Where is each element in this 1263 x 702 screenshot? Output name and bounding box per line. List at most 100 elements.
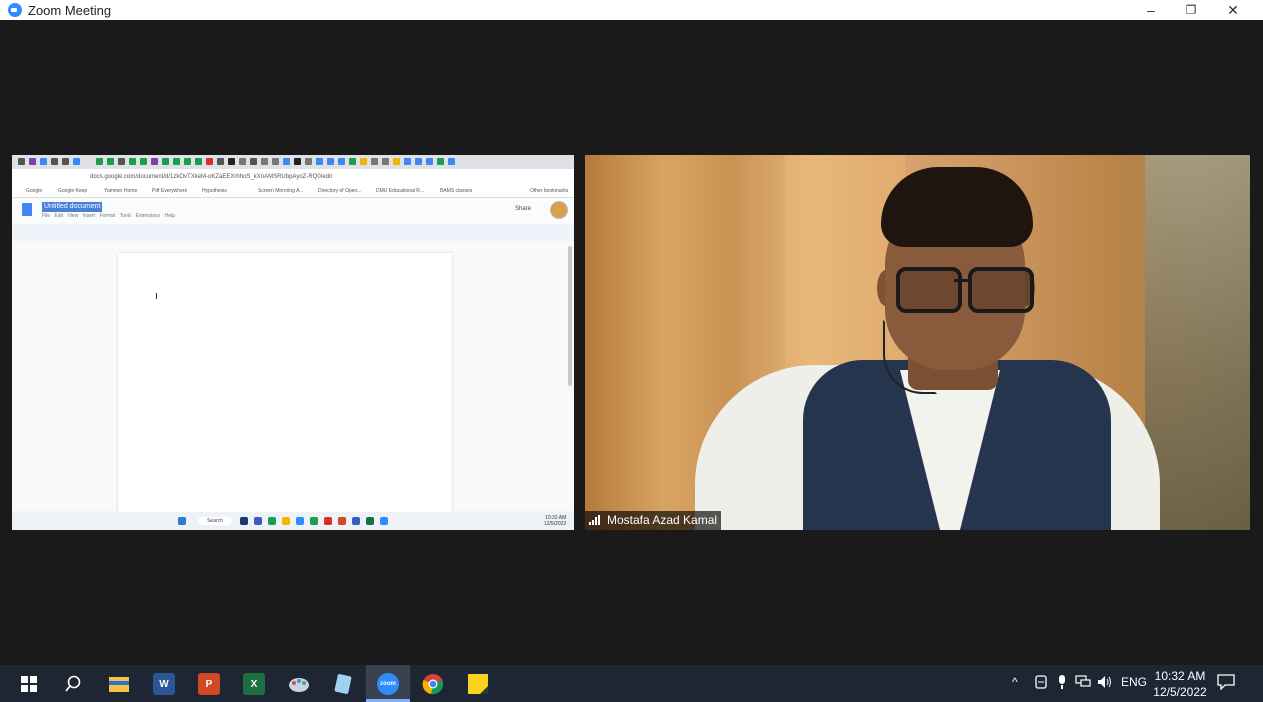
avatar[interactable] xyxy=(550,201,568,219)
address-url[interactable]: docs.google.com/document/d/1zkOvTXkeM-oK… xyxy=(90,172,370,182)
paint-icon[interactable] xyxy=(288,673,310,695)
tab-icon[interactable] xyxy=(184,158,191,165)
tab-icon[interactable] xyxy=(29,158,36,165)
tab-icon[interactable] xyxy=(239,158,246,165)
sticky-notes-icon[interactable] xyxy=(467,673,489,695)
docs-menu-bar[interactable]: File Edit View Insert Format Tools Exten… xyxy=(42,213,175,219)
browser-tab-strip[interactable] xyxy=(12,155,574,169)
tab-icon[interactable] xyxy=(151,158,158,165)
app-icon[interactable] xyxy=(352,517,360,525)
tab-icon[interactable] xyxy=(371,158,378,165)
app-icon[interactable] xyxy=(310,517,318,525)
bookmark-item[interactable]: Google Keep xyxy=(58,185,87,197)
tab-icon[interactable] xyxy=(129,158,136,165)
excel-icon[interactable]: X xyxy=(243,673,265,695)
share-button[interactable]: Share xyxy=(515,206,531,212)
bookmark-item[interactable]: Hypothesis xyxy=(202,185,227,197)
tab-icon[interactable] xyxy=(96,158,103,165)
app-icon[interactable] xyxy=(254,517,262,525)
shared-screen[interactable]: docs.google.com/document/d/1zkOvTXkeM-oK… xyxy=(12,155,574,530)
tab-icon[interactable] xyxy=(283,158,290,165)
app-icon[interactable] xyxy=(380,517,388,525)
file-explorer-icon[interactable] xyxy=(108,673,130,695)
chrome-icon[interactable] xyxy=(422,673,444,695)
tab-icon[interactable] xyxy=(349,158,356,165)
tab-icon[interactable] xyxy=(327,158,334,165)
bookmark-item[interactable]: Screen Mirroring A... xyxy=(258,185,304,197)
tab-icon[interactable] xyxy=(51,158,58,165)
document-title[interactable]: Untitled document xyxy=(42,202,103,212)
tab-icon[interactable] xyxy=(294,158,301,165)
docs-logo-icon[interactable] xyxy=(22,203,32,216)
bookmark-item[interactable]: Directory of Open... xyxy=(318,185,361,197)
zoom-icon[interactable]: zoom xyxy=(377,673,399,695)
bookmark-item[interactable]: DMU Educational R... xyxy=(376,185,424,197)
tab-icon[interactable] xyxy=(140,158,147,165)
chrome-icon[interactable] xyxy=(324,517,332,525)
tab-icon[interactable] xyxy=(73,158,80,165)
shared-search-box[interactable]: Search xyxy=(198,517,232,525)
tab-icon[interactable] xyxy=(118,158,125,165)
bookmarks-bar: Google Google Keep Yammer Home Pdf Every… xyxy=(12,185,574,198)
notepad-icon[interactable] xyxy=(332,673,354,695)
tab-icon[interactable] xyxy=(62,158,69,165)
windows-start-icon[interactable] xyxy=(178,517,186,525)
app-icon[interactable] xyxy=(268,517,276,525)
tab-icon[interactable] xyxy=(382,158,389,165)
tab-icon[interactable] xyxy=(228,158,235,165)
tab-icon[interactable] xyxy=(18,158,25,165)
search-icon[interactable] xyxy=(62,673,84,695)
app-icon[interactable] xyxy=(240,517,248,525)
participant-video[interactable]: Mostafa Azad Kamal xyxy=(585,155,1250,530)
tab-icon[interactable] xyxy=(415,158,422,165)
volume-icon[interactable] xyxy=(1097,675,1113,692)
network-icon[interactable] xyxy=(1075,675,1091,692)
notification-icon[interactable] xyxy=(1217,674,1235,693)
tray-overflow-chevron[interactable]: ^ xyxy=(1012,675,1018,689)
windows-start-icon[interactable] xyxy=(18,673,40,695)
tab-icon[interactable] xyxy=(217,158,224,165)
tab-icon[interactable] xyxy=(305,158,312,165)
tab-icon[interactable] xyxy=(206,158,213,165)
doc-scrollbar[interactable] xyxy=(568,246,572,386)
bookmark-item[interactable]: Google xyxy=(26,185,42,197)
tab-icon[interactable] xyxy=(426,158,433,165)
minimize-button[interactable]: – xyxy=(1131,0,1171,20)
bookmark-item[interactable]: Yammer Home xyxy=(104,185,137,197)
tab-icon[interactable] xyxy=(107,158,114,165)
language-indicator[interactable]: ENG xyxy=(1121,675,1147,689)
docs-toolbar[interactable] xyxy=(20,226,566,238)
app-icon[interactable] xyxy=(296,517,304,525)
browser-address-bar[interactable]: docs.google.com/document/d/1zkOvTXkeM-oK… xyxy=(12,169,574,185)
tab-icon[interactable] xyxy=(173,158,180,165)
clock-date: 12/5/2022 xyxy=(1153,685,1207,699)
close-button[interactable]: ✕ xyxy=(1213,0,1253,20)
bookmark-item[interactable]: Pdf Everywhere xyxy=(152,185,187,197)
tab-icon[interactable] xyxy=(404,158,411,165)
tab-icon[interactable] xyxy=(360,158,367,165)
microphone-icon[interactable] xyxy=(1056,675,1068,692)
tab-icon[interactable] xyxy=(272,158,279,165)
bookmark-item[interactable]: Other bookmarks xyxy=(530,185,568,197)
tab-icon[interactable] xyxy=(448,158,455,165)
tab-icon[interactable] xyxy=(338,158,345,165)
tab-icon[interactable] xyxy=(316,158,323,165)
onedrive-sync-icon[interactable] xyxy=(1034,675,1048,692)
tab-icon[interactable] xyxy=(195,158,202,165)
zoom-logo-icon xyxy=(8,3,22,17)
powerpoint-icon[interactable]: P xyxy=(198,673,220,695)
tab-icon[interactable] xyxy=(393,158,400,165)
app-icon[interactable] xyxy=(366,517,374,525)
tab-icon[interactable] xyxy=(162,158,169,165)
bookmark-item[interactable]: BAMS classes xyxy=(440,185,472,197)
tab-icon[interactable] xyxy=(250,158,257,165)
word-icon[interactable]: W xyxy=(153,673,175,695)
restore-button[interactable]: ❐ xyxy=(1171,0,1211,20)
tab-icon[interactable] xyxy=(437,158,444,165)
document-page[interactable] xyxy=(118,253,452,513)
tab-icon[interactable] xyxy=(261,158,268,165)
taskbar-clock[interactable]: 10:32 AM 12/5/2022 xyxy=(1150,668,1210,700)
app-icon[interactable] xyxy=(338,517,346,525)
app-icon[interactable] xyxy=(282,517,290,525)
tab-icon[interactable] xyxy=(40,158,47,165)
